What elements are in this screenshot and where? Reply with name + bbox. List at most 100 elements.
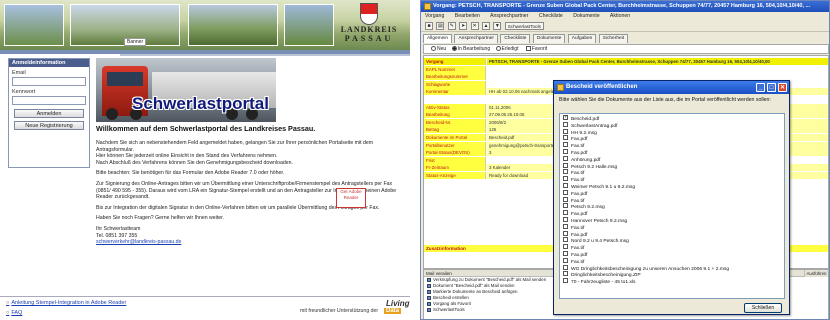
document-checkbox[interactable] <box>563 237 568 243</box>
document-list-item[interactable]: HH 9.2.msg <box>560 128 784 137</box>
maximize-icon[interactable]: □ <box>767 83 776 92</box>
close-icon[interactable]: ✕ <box>778 83 787 92</box>
password-field[interactable] <box>12 96 86 105</box>
document-list-item[interactable]: Nord 9.2 u 9.4 Petsch.msg <box>560 237 784 245</box>
document-checkbox[interactable] <box>563 203 568 209</box>
document-list-item[interactable]: Fax.tif <box>560 142 784 150</box>
menu-ansprechpartner[interactable]: Ansprechpartner <box>490 13 528 19</box>
document-checkbox[interactable] <box>563 169 568 175</box>
document-checkbox[interactable] <box>563 257 568 263</box>
document-checkbox[interactable] <box>563 196 568 202</box>
document-list-item[interactable]: Fax.pdf <box>560 135 784 143</box>
document-list-item[interactable]: Fax.tif <box>560 244 784 252</box>
document-checkbox[interactable] <box>563 244 568 250</box>
document-checkbox[interactable] <box>563 148 568 154</box>
adobe-reader-badge[interactable]: Get Adobe Reader <box>336 188 366 208</box>
close-button[interactable]: Schließen <box>744 303 782 313</box>
status-radio-in-bearbeitung[interactable] <box>451 46 457 52</box>
login-button[interactable]: Anmelden <box>14 109 84 118</box>
document-list-item[interactable]: Dringlichkeitsbescheinigung.ZIP <box>560 271 784 279</box>
document-list-item[interactable]: SchwerlastAntrag.pdf <box>560 121 784 130</box>
document-checkbox[interactable] <box>563 176 568 182</box>
document-checkbox[interactable] <box>563 162 568 168</box>
portal-footer: ○ Anleitung Stempel-Integration in Adobe … <box>0 296 410 320</box>
print-icon[interactable]: ▤ <box>436 22 445 30</box>
truck-wheel <box>106 108 118 120</box>
document-checkbox[interactable] <box>563 189 568 195</box>
menu-dokumente[interactable]: Dokumente <box>573 13 600 19</box>
document-list-item[interactable]: Fax.tif <box>560 223 784 232</box>
document-list-item[interactable]: Fax.pdf <box>560 230 784 239</box>
tab-allgemein[interactable]: Allgemein <box>423 34 453 43</box>
delete-icon[interactable]: ✕ <box>470 22 479 30</box>
document-list-item[interactable]: Fax.tif <box>560 169 784 177</box>
email-field[interactable] <box>12 77 86 86</box>
document-list-item[interactable]: Fax.pdf <box>560 250 784 259</box>
document-checkbox[interactable] <box>563 223 568 229</box>
status-radio-neu[interactable] <box>431 46 436 52</box>
document-list-item[interactable]: Anhörung.pdf <box>560 155 784 164</box>
menu-vorgang[interactable]: Vorgang <box>425 13 444 19</box>
favorit-checkbox[interactable] <box>525 46 531 52</box>
document-list-item[interactable]: Bescheid.pdf <box>560 114 784 123</box>
minimize-icon[interactable]: _ <box>756 83 765 92</box>
document-list-item[interactable]: Fax.pdf <box>560 210 784 218</box>
living-data-logo-bottom: Data <box>384 308 402 314</box>
tab-dokumente[interactable]: Dokumente <box>532 34 566 43</box>
task-label: Dokument "Bescheid.pdf" als Mail senden <box>433 283 515 288</box>
document-list-item[interactable]: Hannover Petsch 9.2.msg <box>560 216 784 225</box>
document-checkbox[interactable] <box>563 128 568 134</box>
document-checkbox[interactable] <box>563 278 568 284</box>
app-icon <box>424 3 431 10</box>
tab-checkliste[interactable]: Checkliste <box>500 34 531 43</box>
document-list-item[interactable]: Fax.tif <box>560 196 784 205</box>
document-list-item[interactable]: Weimer Petsch 9.1 u 9.2.msg <box>560 182 784 191</box>
status-radio-erledigt[interactable] <box>495 46 501 52</box>
document-list-item[interactable]: Fax.pdf <box>560 148 784 157</box>
publish-documents-dialog: Bescheid veröffentlichen _ □ ✕ Bitte wäh… <box>553 80 790 315</box>
up-icon[interactable]: ▲ <box>481 22 490 30</box>
form-field-value[interactable]: PETSCH, TRANSPORTE - Grenze Suben Global… <box>487 58 828 65</box>
document-checkbox[interactable] <box>563 155 568 161</box>
execute-column-header[interactable]: Ausführen <box>804 270 828 277</box>
forward-icon[interactable]: ➤ <box>459 22 468 30</box>
schwerlast-tools-button[interactable]: SchwerlastTools <box>504 22 544 30</box>
footer-link-faq[interactable]: ○ FAQ <box>6 310 22 316</box>
document-checkbox[interactable] <box>563 230 568 236</box>
document-label: Weimer Petsch 9.1 u 9.2.msg <box>571 184 636 190</box>
toolbar: ■ ▤ ✎ ➤ ✕ ▲ ▼ SchwerlastTools <box>421 21 829 32</box>
document-list-item[interactable]: Fax.tif <box>560 176 784 184</box>
banner-chip: Banner <box>124 38 147 46</box>
menu-checkliste[interactable]: Checkliste <box>539 13 563 19</box>
dialog-icon <box>557 84 564 91</box>
document-list-item[interactable]: 70 - Fahrzeugliste - 45 to1.xls <box>560 278 784 286</box>
footer-link-stamp-guide[interactable]: ○ Anleitung Stempel-Integration in Adobe … <box>6 300 126 306</box>
document-checkbox[interactable] <box>563 121 568 127</box>
attach-icon[interactable]: ✎ <box>447 22 456 30</box>
document-checkbox[interactable] <box>563 216 568 222</box>
document-list-item[interactable]: WG Dringlichkeitsbescheinigung zu unsere… <box>560 264 784 273</box>
document-checkbox[interactable] <box>563 271 568 277</box>
document-checkbox[interactable] <box>563 135 568 141</box>
menu-bearbeiten[interactable]: Bearbeiten <box>455 13 480 19</box>
document-checkbox[interactable] <box>563 182 568 188</box>
form-field-label: Fr-Zeitraum <box>424 164 486 172</box>
tab-aufgaben[interactable]: Aufgaben <box>567 34 597 43</box>
banner-photo <box>284 4 334 46</box>
document-list-item[interactable]: Fax.tif <box>560 257 784 266</box>
document-list-item[interactable]: Petsch 9.2 Halle.msg <box>560 162 784 171</box>
document-checkbox[interactable] <box>563 142 568 148</box>
register-button[interactable]: Neue Registrierung <box>14 121 84 130</box>
save-icon[interactable]: ■ <box>425 22 433 30</box>
document-list-item[interactable]: Fax.pdf <box>560 189 784 198</box>
document-checkbox[interactable] <box>563 114 568 121</box>
document-list-item[interactable]: Petsch 9.2.msg <box>560 203 784 211</box>
document-checkbox[interactable] <box>563 264 568 270</box>
down-icon[interactable]: ▼ <box>493 22 502 30</box>
document-checkbox[interactable] <box>563 210 568 216</box>
contact-email-link[interactable]: schwerverkehr@landkreis-passau.de <box>96 239 181 245</box>
document-checkbox[interactable] <box>563 250 568 256</box>
menu-aktionen[interactable]: Aktionen <box>610 13 630 19</box>
tab-sicherheit[interactable]: Sicherheit <box>598 34 629 43</box>
tab-ansprechpartner[interactable]: Ansprechpartner <box>454 34 498 43</box>
